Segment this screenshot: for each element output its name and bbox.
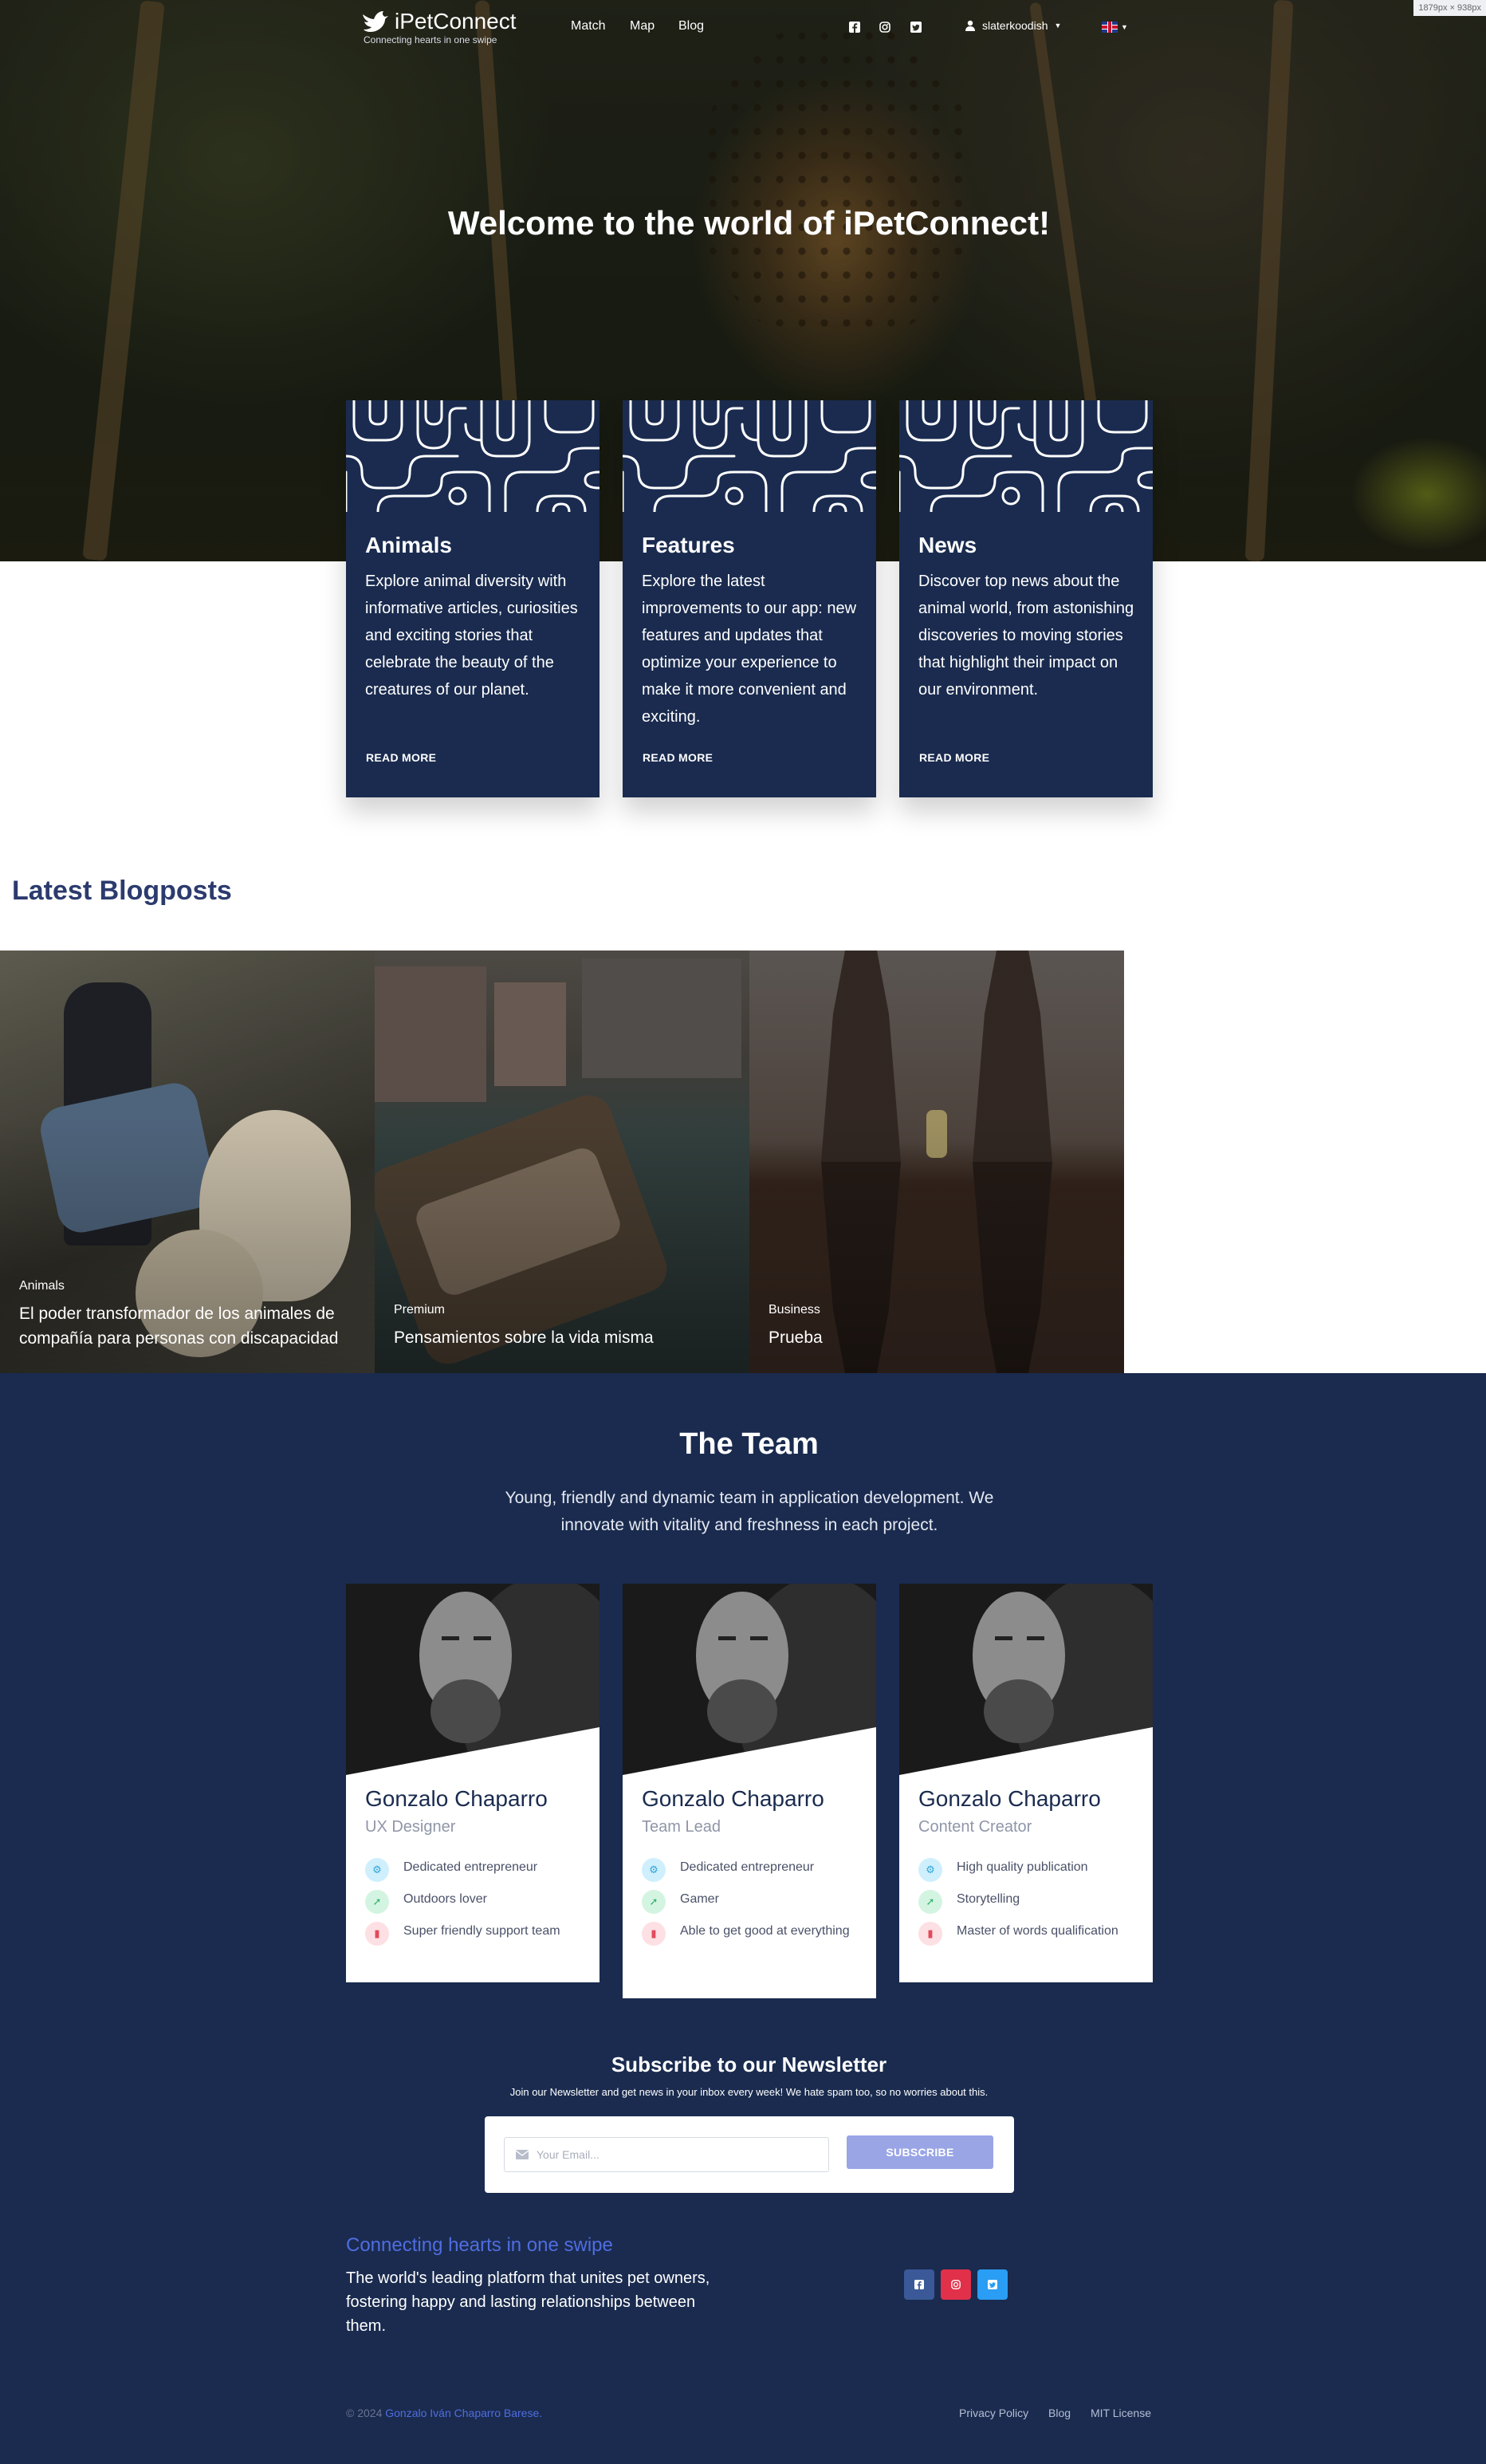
brand-name: iPetConnect	[395, 9, 517, 33]
dove-logo-icon	[363, 11, 388, 32]
blog-section-heading: Latest Blogposts	[12, 876, 232, 906]
blog-card-business[interactable]: Business Prueba	[749, 951, 1124, 1373]
language-dropdown[interactable]: ▼	[1102, 22, 1128, 33]
member-trait: ➚ Storytelling	[918, 1890, 1142, 1914]
feature-text: Explore the latest improvements to our a…	[642, 573, 857, 726]
member-role: UX Designer	[365, 1818, 456, 1836]
newsletter-title: Subscribe to our Newsletter	[611, 2053, 887, 2076]
member-name: Gonzalo Chaparro	[918, 1786, 1101, 1811]
feature-card-features: Features Explore the latest improvements…	[623, 400, 876, 797]
twitter-icon[interactable]	[910, 21, 922, 33]
feature-title: Animals	[365, 533, 452, 557]
blog-category: Business	[769, 1303, 820, 1317]
user-menu-dropdown[interactable]: slaterkoodish ▼	[965, 19, 1061, 32]
member-trait: ⚙ Dedicated entrepreneur	[365, 1858, 588, 1882]
feature-text: Explore animal diversity with informativ…	[365, 573, 578, 699]
gear-icon: ⚙	[365, 1858, 389, 1882]
member-trait: ▮ Master of words qualification	[918, 1922, 1142, 1946]
gear-icon: ⚙	[642, 1858, 666, 1882]
subscribe-button[interactable]: SUBSCRIBE	[847, 2135, 993, 2169]
caret-down-icon: ▼	[1054, 22, 1062, 30]
feature-card-animals: Animals Explore animal diversity with in…	[346, 400, 600, 797]
user-icon	[965, 20, 975, 31]
team-member-card: Gonzalo Chaparro UX Designer ⚙ Dedicated …	[346, 1584, 600, 1982]
top-navbar: iPetConnect Connecting hearts in one swi…	[0, 0, 1486, 56]
team-member-card: Gonzalo Chaparro Team Lead ⚙ Dedicated en…	[623, 1584, 876, 1998]
member-trait: ▮ Super friendly support team	[365, 1922, 588, 1946]
feature-text: Discover top news about the animal world…	[918, 573, 1134, 699]
username-label: slaterkoodish	[982, 19, 1048, 32]
footer-link-privacy[interactable]: Privacy Policy	[959, 2407, 1028, 2419]
hero-title: Welcome to the world of iPetConnect!	[447, 204, 1051, 242]
newsletter-subtitle: Join our Newsletter and get news in your…	[509, 2086, 989, 2098]
blog-title: Prueba	[769, 1328, 823, 1347]
facebook-icon[interactable]	[904, 2269, 934, 2300]
chart-bar-icon: ▮	[642, 1922, 666, 1946]
maze-pattern-graphic	[899, 400, 1153, 512]
brand-logo-link[interactable]: iPetConnect	[361, 10, 517, 33]
maze-pattern-graphic	[346, 400, 600, 512]
twitter-icon[interactable]	[977, 2269, 1008, 2300]
read-more-link[interactable]: READ MORE	[366, 751, 436, 764]
email-field[interactable]	[504, 2137, 829, 2172]
rocket-icon: ➚	[918, 1890, 942, 1914]
facebook-icon[interactable]	[848, 21, 861, 33]
blog-title: El poder transformador de los animales d…	[19, 1305, 339, 1348]
english-flag-icon	[1102, 22, 1118, 33]
member-photo	[623, 1584, 876, 1775]
blog-card-animals[interactable]: Animals El poder transformador de los an…	[0, 951, 375, 1373]
footer-tagline: Connecting hearts in one swipe	[346, 2234, 613, 2256]
member-name: Gonzalo Chaparro	[365, 1786, 548, 1811]
feature-title: News	[918, 533, 977, 557]
nav-link-match[interactable]: Match	[571, 19, 606, 33]
email-input[interactable]	[537, 2148, 808, 2161]
instagram-icon[interactable]	[879, 21, 891, 33]
chart-bar-icon: ▮	[365, 1922, 389, 1946]
envelope-icon	[516, 2150, 529, 2159]
footer-copyright: © 2024 Gonzalo Iván Chaparro Barese.	[346, 2407, 543, 2419]
footer-link-blog[interactable]: Blog	[1048, 2407, 1071, 2419]
caret-down-icon: ▼	[1121, 23, 1128, 31]
team-subtitle: Young, friendly and dynamic team in appl…	[505, 1489, 994, 1534]
member-trait: ⚙ High quality publication	[918, 1858, 1142, 1882]
jaguar-image	[702, 24, 973, 343]
member-trait: ➚ Gamer	[642, 1890, 865, 1914]
footer-link-license[interactable]: MIT License	[1091, 2407, 1151, 2419]
member-name: Gonzalo Chaparro	[642, 1786, 824, 1811]
rocket-icon: ➚	[642, 1890, 666, 1914]
nav-link-blog[interactable]: Blog	[678, 19, 704, 33]
chart-bar-icon: ▮	[918, 1922, 942, 1946]
read-more-link[interactable]: READ MORE	[919, 751, 989, 764]
member-trait: ⚙ Dedicated entrepreneur	[642, 1858, 865, 1882]
rocket-icon: ➚	[365, 1890, 389, 1914]
maze-pattern-graphic	[623, 400, 876, 512]
footer-description: The world's leading platform that unites…	[346, 2269, 710, 2335]
member-photo	[899, 1584, 1153, 1775]
member-role: Team Lead	[642, 1818, 721, 1836]
nav-link-map[interactable]: Map	[630, 19, 655, 33]
member-photo	[346, 1584, 600, 1775]
team-member-card: Gonzalo Chaparro Content Creator ⚙ High q…	[899, 1584, 1153, 1982]
gear-icon: ⚙	[918, 1858, 942, 1882]
window-size-badge: 1879px × 938px	[1413, 0, 1486, 16]
member-role: Content Creator	[918, 1818, 1032, 1836]
blog-category: Animals	[19, 1279, 65, 1293]
feature-title: Features	[642, 533, 735, 557]
feature-card-news: News Discover top news about the animal …	[899, 400, 1153, 797]
member-trait: ➚ Outdoors lover	[365, 1890, 588, 1914]
member-trait: ▮ Able to get good at everything	[642, 1922, 865, 1946]
team-title: The Team	[679, 1427, 819, 1461]
read-more-link[interactable]: READ MORE	[643, 751, 713, 764]
brand-tagline: Connecting hearts in one swipe	[364, 34, 497, 45]
blog-card-premium[interactable]: Premium Pensamientos sobre la vida misma	[375, 951, 749, 1373]
newsletter-form: SUBSCRIBE	[485, 2116, 1014, 2193]
instagram-icon[interactable]	[941, 2269, 971, 2300]
author-link[interactable]: Gonzalo Iván Chaparro Barese.	[385, 2407, 542, 2419]
blog-category: Premium	[394, 1303, 446, 1317]
blog-title: Pensamientos sobre la vida misma	[394, 1328, 654, 1347]
